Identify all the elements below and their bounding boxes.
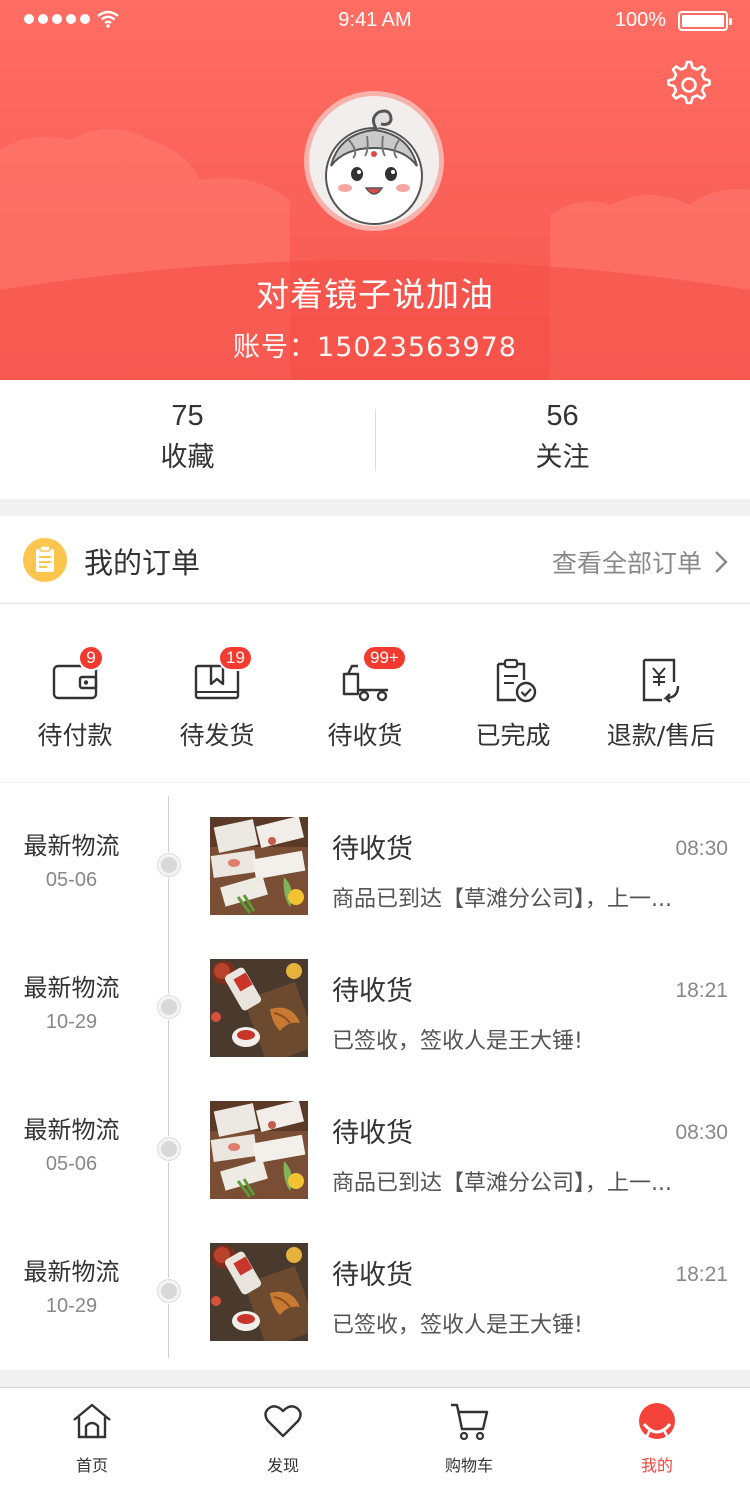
logistics-status: 待收货 <box>332 1118 413 1149</box>
order-list-icon <box>23 538 67 582</box>
view-all-orders-link[interactable]: 查看全部订单 <box>552 544 728 580</box>
timeline-dot <box>156 852 182 878</box>
logistics-meta: 最新物流 05-06 <box>0 1113 143 1181</box>
logistics-meta: 最新物流 05-06 <box>0 829 143 897</box>
orders-title: 我的订单 <box>84 546 201 580</box>
order-pending-payment[interactable]: 9 待付款 <box>0 604 150 782</box>
stat-favorites-count: 75 <box>171 400 204 432</box>
order-badge-pending-shipment: 19 <box>218 645 253 671</box>
logistics-time: 18:21 <box>675 1263 728 1286</box>
stat-favorites[interactable]: 75 收藏 <box>0 396 375 480</box>
logistics-label: 最新物流 <box>23 974 120 1002</box>
logistics-description: 已签收，签收人是王大锤! <box>332 1029 583 1054</box>
logistics-item[interactable]: 最新物流 10-29 待收货 18:21 已签收，签收人是王大锤! <box>0 1209 750 1351</box>
username: 对着镜子说加油 <box>256 275 494 314</box>
battery-icon <box>678 11 732 31</box>
order-pending-shipment-label: 待发货 <box>179 721 255 750</box>
logistics-description: 商品已到达【草滩分公司】，上一... <box>332 1171 672 1196</box>
logistics-status: 待收货 <box>332 976 413 1007</box>
clipboard-check-icon <box>496 658 537 703</box>
profile-header: 9:41 AM 100% 对着镜子说加油 账号：15023563978 <box>0 0 750 380</box>
logistics-status: 待收货 <box>332 1260 413 1291</box>
logistics-meta: 最新物流 10-29 <box>0 971 143 1039</box>
logistics-description: 商品已到达【草滩分公司】，上一... <box>332 887 672 912</box>
avatar[interactable] <box>304 91 444 231</box>
product-thumbnail-cosmetics <box>210 817 308 915</box>
logistics-item[interactable]: 最新物流 05-06 待收货 08:30 商品已到达【草滩分公司】，上一... <box>0 783 750 925</box>
cart-icon <box>451 1403 489 1441</box>
tab-home-label: 首页 <box>75 1456 108 1475</box>
heart-icon <box>264 1405 302 1438</box>
order-status-row: 9 待付款 19 待发货 99+ 待收货 已完成 退款/售后 <box>0 604 750 782</box>
tab-profile-label: 我的 <box>640 1456 673 1475</box>
logistics-time: 18:21 <box>675 979 728 1002</box>
logistics-label: 最新物流 <box>23 832 120 860</box>
order-badge-pending-payment: 9 <box>78 645 104 671</box>
logistics-item[interactable]: 最新物流 05-06 待收货 08:30 商品已到达【草滩分公司】，上一... <box>0 1067 750 1209</box>
logistics-time: 08:30 <box>675 1121 728 1144</box>
logistics-status: 待收货 <box>332 834 413 865</box>
order-pending-receipt[interactable]: 99+ 待收货 <box>290 604 440 782</box>
orders-header: 我的订单 查看全部订单 <box>0 516 750 604</box>
logistics-date: 10-29 <box>45 1295 98 1317</box>
order-pending-shipment[interactable]: 19 待发货 <box>142 604 292 782</box>
tab-discover[interactable]: 发现 <box>218 1388 348 1485</box>
chevron-right-icon <box>715 551 728 573</box>
status-bar: 9:41 AM 100% <box>0 0 750 40</box>
logistics-time: 08:30 <box>675 837 728 860</box>
order-pending-payment-label: 待付款 <box>37 721 113 750</box>
timeline-dot <box>156 1136 182 1162</box>
bottom-tab-bar: 首页 发现 购物车 我的 <box>0 1387 750 1485</box>
logistics-label: 最新物流 <box>23 1116 120 1144</box>
my-orders-section: 我的订单 查看全部订单 9 待付款 19 待发货 99+ 待收货 已完成 退款/… <box>0 516 750 782</box>
logistics-date: 05-06 <box>45 869 98 891</box>
cartoon-baby-avatar-icon <box>325 109 423 225</box>
account-number: 账号：15023563978 <box>233 332 517 363</box>
gear-icon <box>667 60 711 105</box>
logistics-date: 10-29 <box>45 1011 98 1033</box>
order-badge-pending-receipt: 99+ <box>362 645 407 671</box>
logistics-item[interactable]: 最新物流 10-29 待收货 18:21 已签收，签收人是王大锤! <box>0 925 750 1067</box>
tab-discover-label: 发现 <box>266 1456 299 1475</box>
order-refund-aftersale[interactable]: 退款/售后 <box>586 604 736 782</box>
tab-profile[interactable]: 我的 <box>592 1388 722 1485</box>
product-thumbnail-cosmetics <box>210 1101 308 1199</box>
logistics-meta: 最新物流 10-29 <box>0 1255 143 1323</box>
order-completed[interactable]: 已完成 <box>438 604 588 782</box>
order-completed-label: 已完成 <box>475 721 551 750</box>
settings-button[interactable] <box>664 60 714 110</box>
order-refund-aftersale-label: 退款/售后 <box>606 721 716 750</box>
logistics-list: 最新物流 05-06 待收货 08:30 商品已到达【草滩分公司】，上一... <box>0 783 750 1370</box>
logistics-label: 最新物流 <box>23 1258 120 1286</box>
tab-cart-label: 购物车 <box>444 1456 493 1475</box>
refund-icon <box>642 658 680 703</box>
timeline-dot <box>156 1278 182 1304</box>
tab-home[interactable]: 首页 <box>27 1388 157 1485</box>
stat-following[interactable]: 56 关注 <box>375 396 750 480</box>
logistics-description: 已签收，签收人是王大锤! <box>332 1313 583 1338</box>
product-thumbnail-snacks <box>210 959 308 1057</box>
profile-icon <box>639 1403 675 1439</box>
stats-bar: 75 收藏 56 关注 <box>0 380 750 499</box>
view-all-orders-label: 查看全部订单 <box>551 549 702 578</box>
tab-cart[interactable]: 购物车 <box>404 1388 534 1485</box>
stat-following-count: 56 <box>546 400 579 432</box>
stat-following-label: 关注 <box>535 442 590 473</box>
home-icon <box>73 1403 111 1439</box>
logistics-date: 05-06 <box>45 1153 98 1175</box>
battery-percent: 100% <box>614 9 666 31</box>
stat-favorites-label: 收藏 <box>160 442 215 473</box>
order-pending-receipt-label: 待收货 <box>327 721 403 750</box>
timeline-dot <box>156 994 182 1020</box>
product-thumbnail-snacks <box>210 1243 308 1341</box>
